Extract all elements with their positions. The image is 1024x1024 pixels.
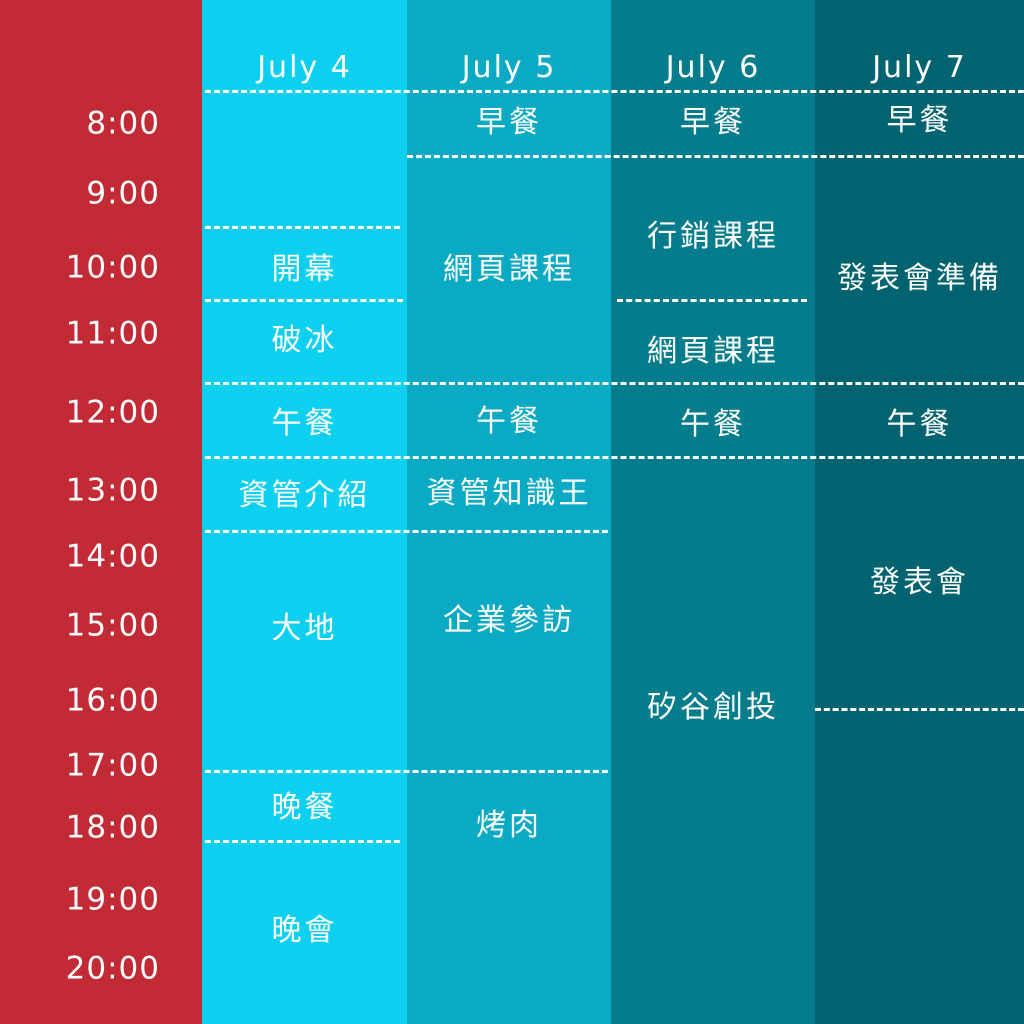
divider [205,90,1024,93]
day-header: July 6 [665,50,761,85]
day-column-july-7: July 7 早餐 發表會準備 午餐 發表會 [815,0,1024,1024]
divider [205,530,608,533]
event-web-course: 網頁課程 [443,252,575,287]
event-venture-capital: 矽谷創投 [647,690,779,725]
day-column-july-5: July 5 早餐 網頁課程 午餐 資管知識王 企業參訪 烤肉 [407,0,611,1024]
divider [407,155,1024,158]
divider [617,299,807,302]
day-header: July 5 [461,50,557,85]
event-field-game: 大地 [271,611,338,646]
time-label: 20:00 [65,950,160,987]
event-breakfast: 早餐 [680,105,746,140]
time-label: 15:00 [65,607,160,644]
event-web-course: 網頁課程 [647,334,779,369]
divider [205,299,403,302]
event-company-visit: 企業參訪 [443,603,575,638]
time-label: 18:00 [65,809,160,846]
event-lunch: 午餐 [271,406,338,441]
event-opening: 開幕 [271,252,338,287]
time-label: 9:00 [86,175,160,212]
time-label: 16:00 [65,682,160,719]
time-label: 14:00 [65,538,160,575]
divider [205,226,400,229]
time-label: 12:00 [65,394,160,431]
event-breakfast: 早餐 [476,105,542,140]
day-column-july-4: July 4 開幕 破冰 午餐 資管介紹 大地 晚餐 晚會 [202,0,407,1024]
day-header: July 4 [257,50,352,85]
event-evening-party: 晚會 [271,913,338,948]
event-lunch: 午餐 [680,407,746,442]
time-label: 13:00 [65,472,160,509]
event-department-intro: 資管介紹 [238,478,371,513]
event-dinner: 晚餐 [271,790,338,825]
event-marketing-course: 行銷課程 [647,219,779,254]
event-quiz: 資管知識王 [426,476,592,511]
event-lunch: 午餐 [886,407,953,442]
event-icebreaker: 破冰 [271,323,338,358]
divider [205,770,608,773]
time-label: 11:00 [65,315,160,352]
divider [205,456,1024,459]
time-label: 17:00 [65,747,160,784]
divider [205,382,1024,385]
day-header: July 7 [872,50,967,85]
time-label: 10:00 [65,249,160,286]
event-barbecue: 烤肉 [476,808,542,843]
divider [815,708,1024,711]
divider [205,840,400,843]
event-presentation: 發表會 [870,565,969,600]
event-lunch: 午餐 [476,404,542,439]
event-breakfast: 早餐 [886,103,953,138]
time-label: 8:00 [86,105,160,142]
time-column: 8:00 9:00 10:00 11:00 12:00 13:00 14:00 … [0,0,202,1024]
day-column-july-6: July 6 早餐 行銷課程 網頁課程 午餐 矽谷創投 [611,0,815,1024]
time-label: 19:00 [65,881,160,918]
event-presentation-prep: 發表會準備 [837,261,1002,296]
